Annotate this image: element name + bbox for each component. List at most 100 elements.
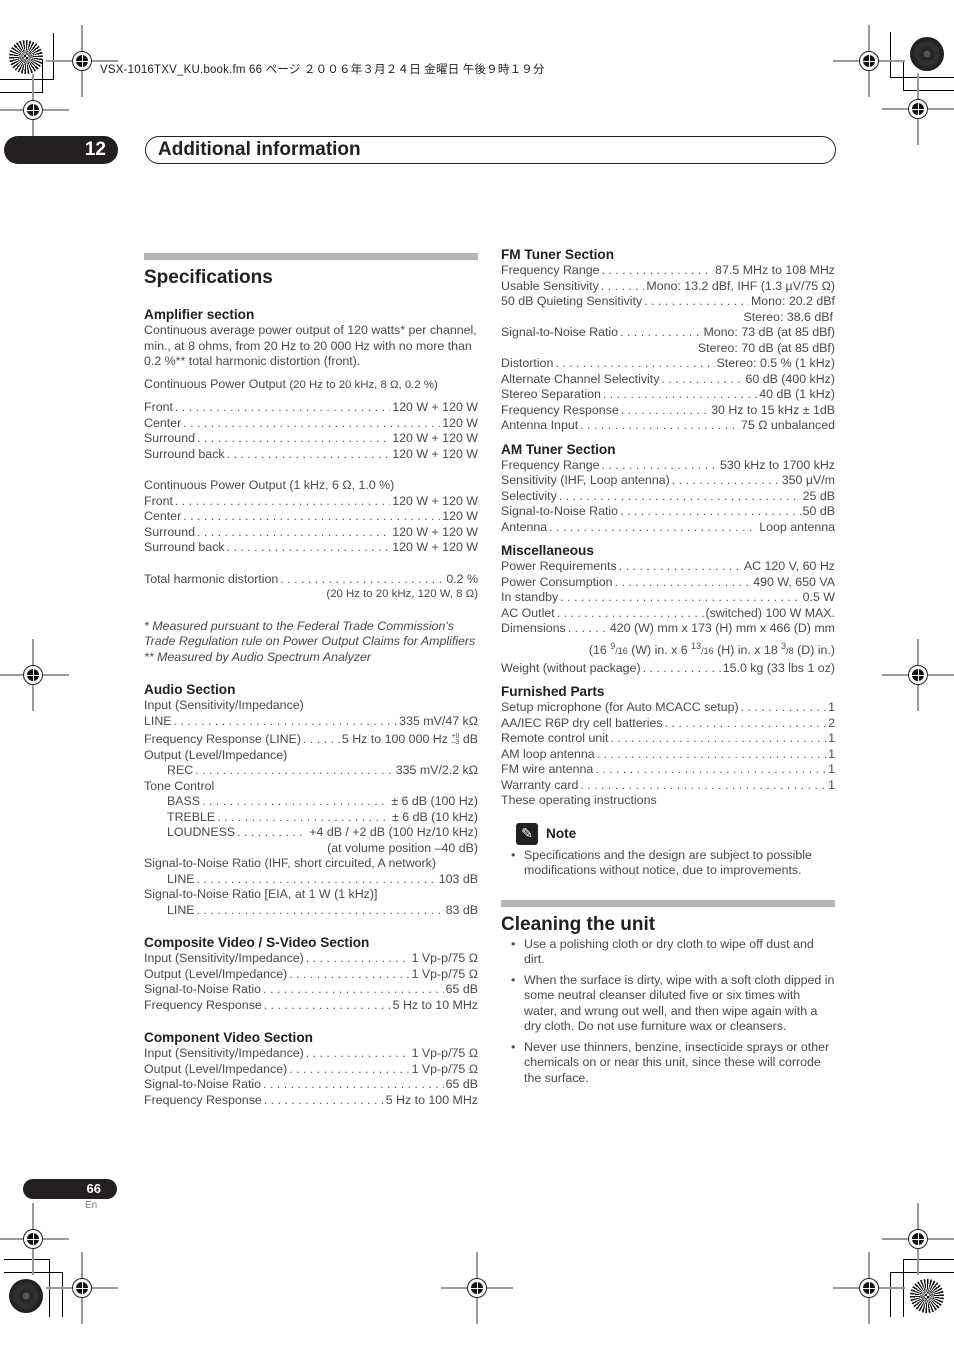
- spec-label: Front: [144, 493, 173, 508]
- unit: dB: [462, 732, 478, 746]
- spec-row: Alternate Channel Selectivity 60 dB (400 …: [501, 372, 835, 388]
- registration-mark: [882, 639, 954, 711]
- spec-value: 1 Vp-p/75 Ω: [411, 1061, 478, 1076]
- spec-label: Usable Sensitivity: [501, 278, 599, 293]
- spec-label: Signal-to-Noise Ratio: [144, 982, 262, 996]
- spec-label: Signal-to-Noise Ratio: [501, 504, 619, 518]
- spec-value: 1: [828, 762, 835, 777]
- spec-row: Usable Sensitivity Mono: 13.2 dBf, IHF (1…: [501, 279, 835, 295]
- cleaning-title: Cleaning the unit: [501, 913, 656, 935]
- freq-response-row: Frequency Response (LINE) 5 Hz to 100 000…: [144, 732, 478, 748]
- spec-label: AA/IEC R6P dry cell batteries: [501, 715, 663, 730]
- spec-value: 103 dB: [438, 871, 478, 886]
- spec-value: 15.0 kg (33 lbs 1 oz): [722, 660, 835, 675]
- spec-value: 2: [828, 715, 835, 730]
- spec-row: Dimensions 420 (W) mm x 173 (H) mm x 466 …: [501, 621, 835, 637]
- spec-row: Remote control unit 1: [501, 731, 835, 747]
- spec-value: 40 dB (1 kHz): [759, 387, 835, 401]
- spec-value: Stereo: 0.5 % (1 kHz): [716, 356, 835, 370]
- spec-value: 335 mV/2.2 kΩ: [395, 763, 478, 777]
- spec-label: Alternate Channel Selectivity: [501, 371, 660, 386]
- spec-row: TREBLE ± 6 dB (10 kHz): [144, 810, 478, 826]
- width-whole: 16: [593, 642, 611, 657]
- spec-value: 1: [828, 731, 835, 746]
- spec-label: In standby: [501, 590, 559, 604]
- spec-label: Frequency Response: [144, 997, 262, 1012]
- section-rule: [144, 253, 478, 260]
- spec-label: Frequency Range: [501, 263, 600, 277]
- spec-row: LOUDNESS +4 dB / +2 dB (100 Hz/10 kHz): [144, 825, 478, 841]
- spec-label: LINE: [144, 713, 172, 728]
- spec-label: Setup microphone (for Auto MCACC setup): [501, 700, 739, 715]
- furnished-parts-title: Furnished Parts: [501, 684, 605, 700]
- spec-value: (switched) 100 W MAX.: [705, 605, 835, 620]
- cleaning-list: Use a polishing cloth or dry cloth to wi…: [501, 937, 835, 1087]
- spec-row: LINE 335 mV/47 kΩ: [144, 714, 478, 730]
- spec-label: Input (Sensitivity/Impedance): [144, 951, 304, 965]
- pencil-icon: ✎: [516, 822, 538, 845]
- spec-value: 25 dB: [802, 488, 835, 503]
- registration-mark: [441, 1252, 513, 1324]
- spec-value: Loop antenna: [759, 519, 835, 534]
- spec-value: ± 6 dB (100 Hz): [391, 794, 478, 808]
- cpo1-heading: Continuous Power Output (20 Hz to 20 kHz…: [144, 377, 478, 394]
- spec-row: Surround 120 W + 120 W: [144, 525, 478, 541]
- spec-row: Frequency Response 30 Hz to 15 kHz ± 1dB: [501, 403, 835, 419]
- spec-row: Frequency Response 5 Hz to 10 MHz: [144, 998, 478, 1014]
- registration-mark: [46, 1252, 118, 1324]
- spec-value: 120 W + 120 W: [392, 540, 478, 554]
- spec-value: 1 Vp-p/75 Ω: [411, 1046, 478, 1060]
- spec-row: Frequency Range 87.5 MHz to 108 MHz: [501, 263, 835, 279]
- cpo1-rows: Front 120 W + 120 W Center 120 W Surround 1…: [144, 400, 478, 462]
- cleaning-item: When the surface is dirty, wipe with a s…: [501, 973, 835, 1035]
- spec-label: Power Consumption: [501, 574, 613, 589]
- spec-value: 87.5 MHz to 108 MHz: [715, 263, 835, 277]
- spec-row: Signal-to-Noise Ratio 65 dB: [144, 982, 478, 998]
- page-language: En: [85, 1200, 98, 1211]
- spec-value: Mono: 73 dB (at 85 dBf): [703, 325, 835, 339]
- spec-row: Surround back 120 W + 120 W: [144, 540, 478, 556]
- spec-value: 1: [828, 746, 835, 761]
- width-rest: (W) in. x 6: [627, 642, 692, 657]
- spec-row: FM wire antenna 1: [501, 762, 835, 778]
- quieting-stereo: Stereo: 38.6 dBf: [743, 309, 833, 324]
- spec-label: Warranty card: [501, 777, 579, 792]
- snr-eia-label: Signal-to-Noise Ratio [EIA, at 1 W (1 kH…: [144, 887, 378, 901]
- spec-label: AC Outlet: [501, 605, 555, 620]
- spec-row: Signal-to-Noise Ratio 65 dB: [144, 1077, 478, 1093]
- spec-label: Center: [144, 415, 182, 430]
- spec-value: 75 Ω unbalanced: [740, 418, 835, 432]
- spec-label: Frequency Response: [501, 402, 619, 417]
- cpo2-rows: Front 120 W + 120 W Center 120 W Surround 1…: [144, 494, 478, 556]
- spec-row: Front 120 W + 120 W: [144, 494, 478, 510]
- spec-value: 120 W: [442, 415, 478, 430]
- height-den: /16: [701, 645, 714, 656]
- spec-label: Sensitivity (IHF, Loop antenna): [501, 473, 670, 487]
- spec-row: Surround back 120 W + 120 W: [144, 447, 478, 463]
- spec-value: 65 dB: [445, 982, 478, 996]
- spec-label: Frequency Response (LINE): [144, 732, 302, 746]
- chapter-number-tab: 12: [4, 136, 118, 164]
- spec-row: AC Outlet (switched) 100 W MAX.: [501, 606, 835, 622]
- spec-row: Output (Level/Impedance) 1 Vp-p/75 Ω: [144, 967, 478, 983]
- spec-row: Surround 120 W + 120 W: [144, 431, 478, 447]
- note-list: Specifications and the design are subjec…: [501, 848, 835, 879]
- footnote-analyzer: ** Measured by Audio Spectrum Analyzer: [144, 649, 372, 664]
- spec-value: Mono: 13.2 dBf, IHF (1.3 µV/75 Ω): [646, 278, 835, 293]
- chapter-title: Additional information: [145, 136, 836, 164]
- spec-label: LINE: [167, 902, 195, 917]
- spec-row: Center 120 W: [144, 509, 478, 525]
- spec-label: 50 dB Quieting Sensitivity: [501, 294, 643, 308]
- spec-label: Output (Level/Impedance): [144, 1061, 288, 1076]
- spec-row: Frequency Response 5 Hz to 100 MHz: [144, 1093, 478, 1109]
- spec-label: Total harmonic distortion: [144, 571, 279, 586]
- spec-value: AC 120 V, 60 Hz: [743, 559, 835, 573]
- thd-conditions: (20 Hz to 20 kHz, 120 W, 8 Ω): [326, 588, 478, 600]
- registration-star-top-right: [910, 37, 944, 71]
- spec-row: Distortion Stereo: 0.5 % (1 kHz): [501, 356, 835, 372]
- spec-value: 0.2 %: [446, 571, 478, 586]
- audio-output-label: Output (Level/Impedance): [144, 747, 288, 762]
- spec-row: Signal-to-Noise Ratio 50 dB: [501, 504, 835, 520]
- spec-value: 5 Hz to 10 MHz: [392, 997, 478, 1012]
- spec-row: Power Requirements AC 120 V, 60 Hz: [501, 559, 835, 575]
